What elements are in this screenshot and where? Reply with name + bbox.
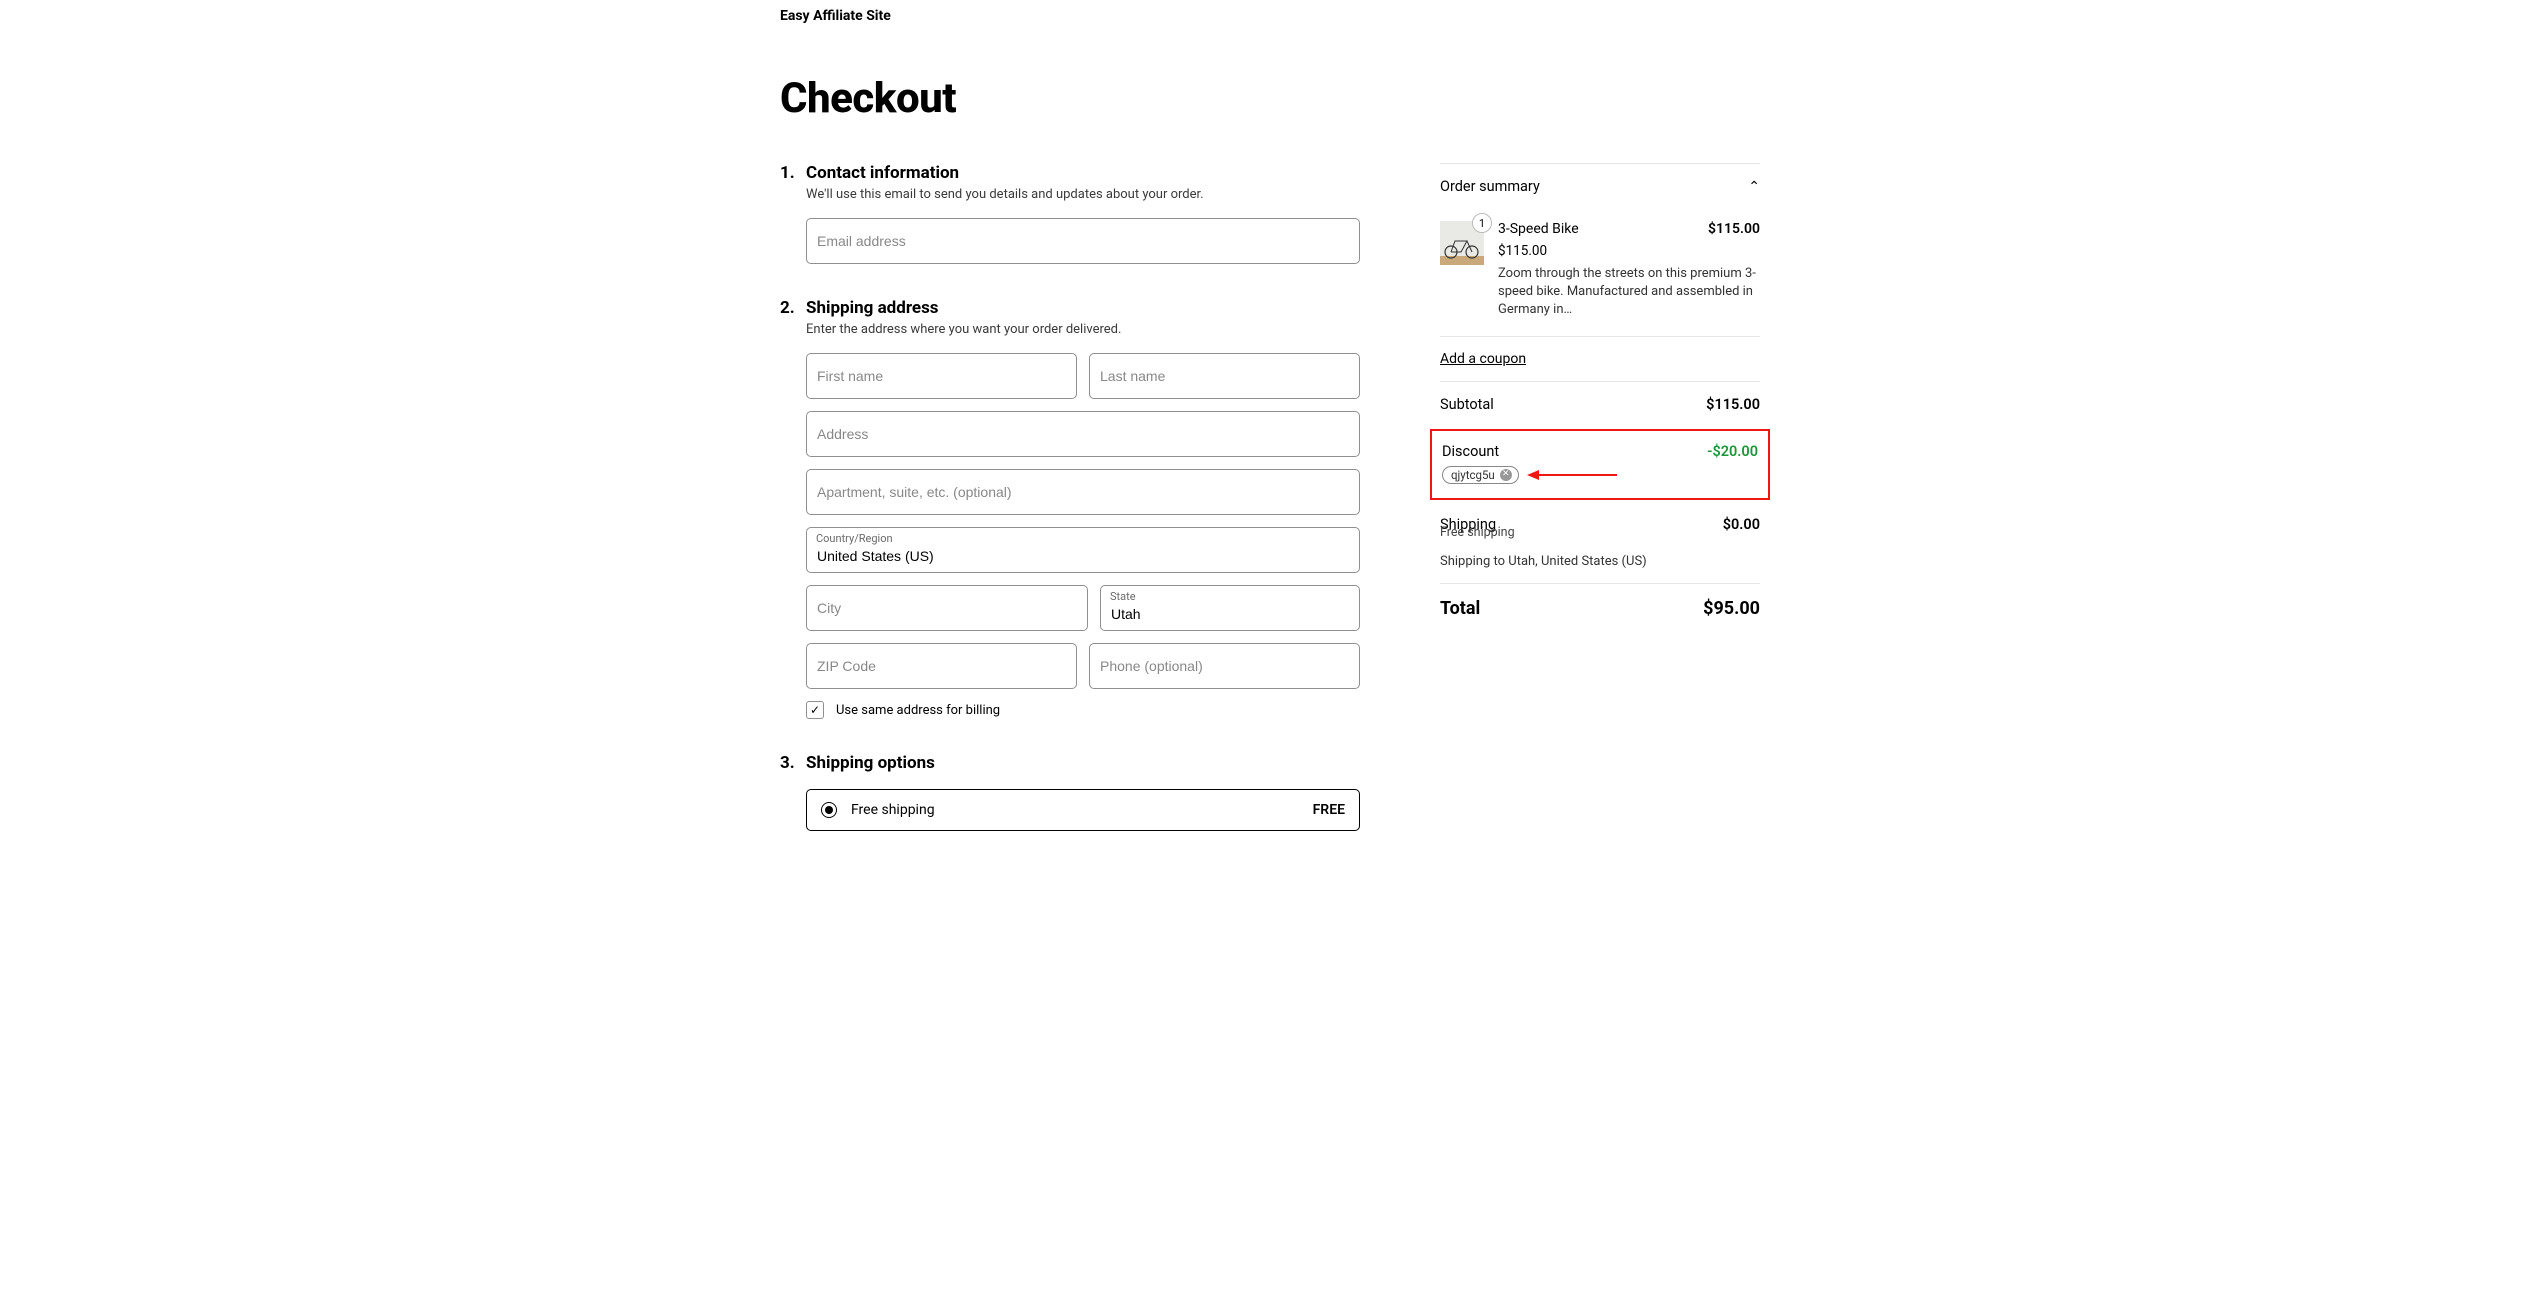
product-thumbnail: 1	[1440, 221, 1484, 265]
total-value: $95.00	[1703, 598, 1760, 619]
check-icon: ✓	[810, 703, 820, 717]
add-coupon-link[interactable]: Add a coupon	[1440, 351, 1526, 367]
shipping-method-text: Free shipping	[1440, 525, 1760, 548]
chevron-up-icon[interactable]: ⌃	[1748, 179, 1760, 195]
state-field[interactable]: State	[1100, 585, 1360, 631]
shipping-cost-value: $0.00	[1723, 516, 1760, 533]
shipping-help: Enter the address where you want your or…	[806, 322, 1360, 337]
discount-label: Discount	[1442, 443, 1499, 460]
phone-field[interactable]	[1089, 643, 1360, 689]
page-title: Checkout	[780, 74, 1760, 123]
product-line-price: $115.00	[1708, 221, 1760, 237]
subtotal-value: $115.00	[1706, 396, 1760, 413]
state-label: State	[1110, 590, 1136, 603]
product-description: Zoom through the streets on this premium…	[1498, 265, 1760, 320]
coupon-chip: qjytcg5u ✕	[1442, 466, 1519, 484]
zip-field[interactable]	[806, 643, 1077, 689]
bike-icon	[1443, 237, 1481, 259]
contact-help: We'll use this email to send you details…	[806, 187, 1360, 202]
country-label: Country/Region	[816, 532, 893, 545]
coupon-code: qjytcg5u	[1451, 468, 1495, 482]
remove-coupon-icon[interactable]: ✕	[1500, 469, 1512, 481]
shipping-heading: Shipping address	[806, 298, 1360, 318]
product-name: 3-Speed Bike	[1498, 221, 1579, 237]
subtotal-label: Subtotal	[1440, 396, 1494, 413]
shipping-destination: Shipping to Utah, United States (US)	[1440, 548, 1760, 583]
contact-heading: Contact information	[806, 163, 1360, 183]
product-unit-price: $115.00	[1498, 243, 1760, 259]
qty-badge: 1	[1472, 213, 1492, 233]
annotation-arrow-icon	[1527, 468, 1617, 482]
discount-highlight: Discount -$20.00 qjytcg5u ✕	[1430, 429, 1770, 500]
city-field[interactable]	[806, 585, 1088, 631]
last-name-field[interactable]	[1089, 353, 1360, 399]
email-field[interactable]	[806, 218, 1360, 264]
step-number: 2.	[780, 298, 794, 719]
state-input[interactable]	[1100, 585, 1360, 631]
country-field[interactable]: Country/Region	[806, 527, 1360, 573]
step-number: 1.	[780, 163, 794, 264]
radio-icon	[821, 802, 837, 818]
apartment-field[interactable]	[806, 469, 1360, 515]
same-billing-label: Use same address for billing	[836, 703, 1000, 718]
address-field[interactable]	[806, 411, 1360, 457]
shipping-option-price: FREE	[1313, 802, 1345, 818]
same-billing-checkbox[interactable]: ✓	[806, 701, 824, 719]
step-number: 3.	[780, 753, 794, 831]
total-label: Total	[1440, 598, 1480, 619]
site-title: Easy Affiliate Site	[780, 8, 1760, 24]
shipping-options-heading: Shipping options	[806, 753, 1360, 773]
discount-value: -$20.00	[1707, 443, 1758, 460]
shipping-option[interactable]: Free shipping FREE	[806, 789, 1360, 831]
order-summary-title: Order summary	[1440, 178, 1540, 195]
first-name-field[interactable]	[806, 353, 1077, 399]
shipping-option-label: Free shipping	[851, 802, 1299, 818]
